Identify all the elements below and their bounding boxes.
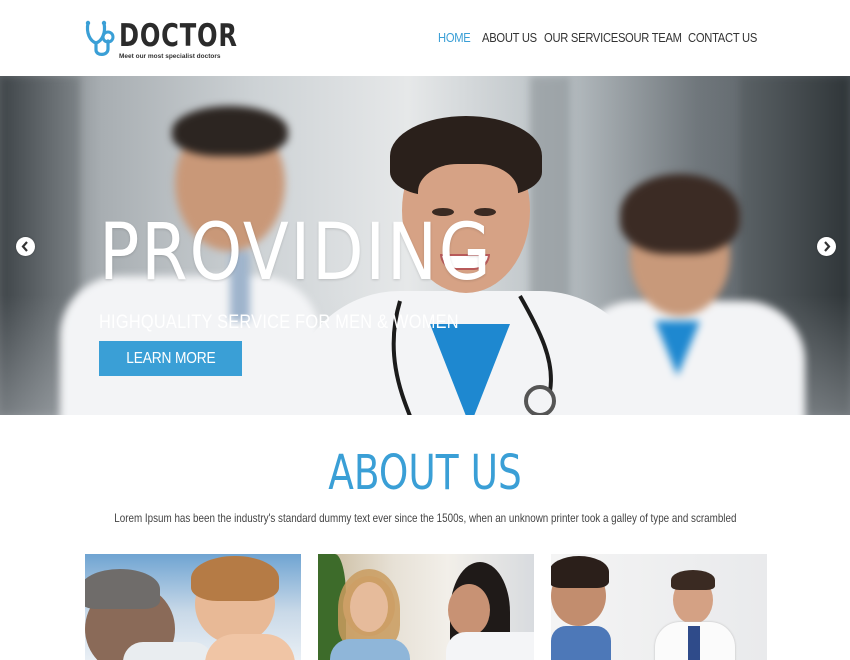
chevron-left-icon xyxy=(21,241,28,252)
brand-name: DOCTOR xyxy=(119,18,238,54)
hero-slider: PROVIDING HIGHQUALITY SERVICE FOR MEN & … xyxy=(0,76,850,415)
nav-our-services[interactable]: OUR SERVICES xyxy=(544,30,625,45)
nav-contact-us[interactable]: CONTACT US xyxy=(688,30,757,45)
about-image-doctors-talk[interactable] xyxy=(551,554,767,660)
chevron-right-icon xyxy=(824,241,831,252)
nav-home[interactable]: HOME xyxy=(438,30,471,45)
about-image-consultation[interactable] xyxy=(318,554,534,660)
brand-logo[interactable]: DOCTOR Meet our most specialist doctors xyxy=(84,17,237,65)
slider-prev-button[interactable] xyxy=(16,237,35,256)
hero-subtitle: HIGHQUALITY SERVICE FOR MEN & WOMEN xyxy=(99,312,459,333)
nav-our-team[interactable]: OUR TEAM xyxy=(625,30,682,45)
slider-next-button[interactable] xyxy=(817,237,836,256)
stethoscope-icon xyxy=(85,20,115,56)
hero-title: PROVIDING xyxy=(99,208,493,298)
about-title: ABOUT US xyxy=(0,445,850,501)
about-image-doctor-child[interactable] xyxy=(85,554,301,660)
about-description: Lorem Ipsum has been the industry's stan… xyxy=(0,511,850,525)
brand-tagline: Meet our most specialist doctors xyxy=(119,53,221,60)
learn-more-label: LEARN MORE xyxy=(125,350,216,367)
site-header: DOCTOR Meet our most specialist doctors … xyxy=(0,0,850,76)
nav-about-us[interactable]: ABOUT US xyxy=(482,30,537,45)
about-description-text: Lorem Ipsum has been the industry's stan… xyxy=(113,511,737,525)
learn-more-button[interactable]: LEARN MORE xyxy=(99,341,242,376)
about-title-text: ABOUT US xyxy=(328,445,522,501)
